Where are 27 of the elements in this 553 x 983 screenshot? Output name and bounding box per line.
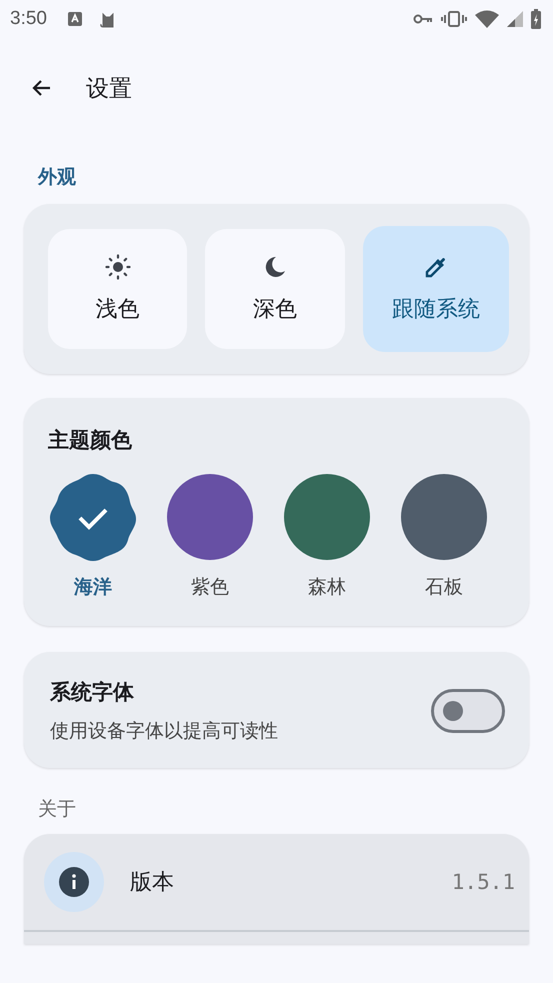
theme-mode-option[interactable]: 浅色 [48,229,188,349]
status-time: 3:50 [10,8,47,30]
section-heading: 外观 [38,165,77,190]
theme-mode-option[interactable]: 跟随系统 [362,226,509,352]
vibrate-icon [441,11,467,27]
color-name: 石板 [425,575,463,600]
key-icon [413,13,433,25]
theme-mode-option[interactable]: 深色 [205,229,345,349]
color-swatch[interactable] [399,472,489,562]
signal-icon [507,11,523,27]
battery-icon [531,9,541,29]
color-name: 海洋 [74,575,112,600]
color-name: 紫色 [191,575,229,600]
setting-description: 使用设备字体以提高可读性 [50,719,279,744]
selected-color-swatch[interactable] [48,472,138,562]
sun-icon [104,254,131,280]
color-name: 森林 [308,575,346,600]
wifi-icon [475,10,499,28]
setting-title: 系统字体 [50,679,135,706]
card-title: 主题颜色 [48,427,133,454]
version-number: 1.5.1 [452,870,515,894]
keyboard-app-icon [66,11,83,27]
section-heading: 关于 [38,797,77,822]
toggle-switch[interactable] [431,689,505,733]
color-swatch[interactable] [282,472,372,562]
color-swatch[interactable] [165,472,255,562]
page-title: 设置 [86,74,132,104]
